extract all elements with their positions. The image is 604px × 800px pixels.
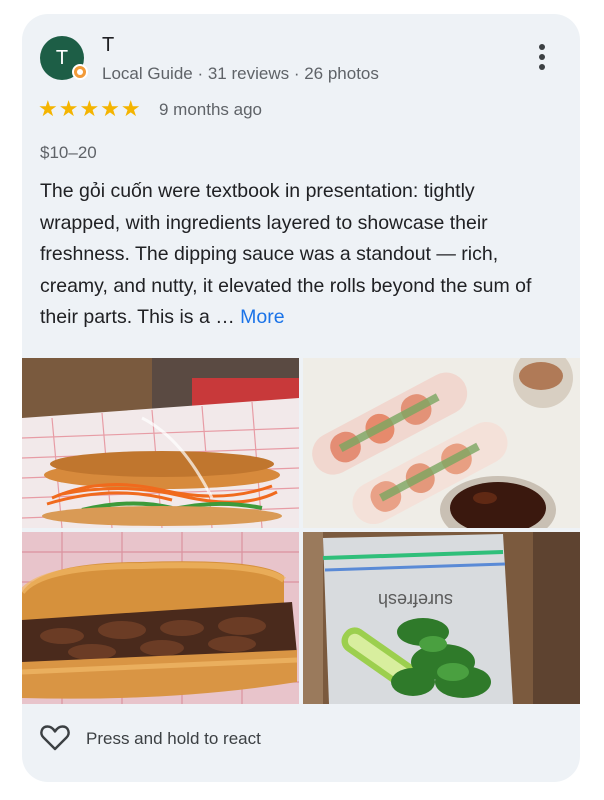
review-text: The gỏi cuốn were textbook in presentati… [40, 176, 560, 334]
photo-herb-bag[interactable]: surefresh [303, 532, 580, 704]
review-body: The gỏi cuốn were textbook in presentati… [40, 180, 532, 328]
reviewer-name[interactable]: T [102, 34, 114, 57]
photo-banh-mi-closeup-image [22, 532, 299, 704]
star-rating: ★★★★★ [38, 96, 142, 121]
photo-banh-mi-closeup[interactable] [22, 532, 299, 704]
photo-spring-rolls-image [303, 358, 580, 528]
photo-spring-rolls[interactable] [303, 358, 580, 528]
photo-herb-bag-image: surefresh [303, 532, 580, 704]
price-range: $10–20 [40, 143, 97, 162]
local-guide-badge-icon [72, 64, 88, 80]
heart-outline-svg [40, 725, 70, 751]
bag-label: surefresh [378, 590, 453, 610]
react-hint[interactable]: Press and hold to react [86, 729, 261, 749]
photo-grid: surefresh [22, 358, 580, 704]
review-card: T T Local Guide · 31 reviews · 26 photos… [22, 14, 580, 782]
more-link[interactable]: More [240, 306, 284, 328]
menu-dot [539, 64, 545, 70]
photo-banh-mi-top[interactable] [22, 358, 299, 528]
reviewer-meta: Local Guide · 31 reviews · 26 photos [102, 64, 379, 83]
menu-dot [539, 54, 545, 60]
photo-banh-mi-top-image [22, 358, 299, 528]
more-vert-icon[interactable] [528, 40, 556, 74]
review-time: 9 months ago [159, 100, 263, 119]
menu-dot [539, 44, 545, 50]
heart-outline-icon[interactable] [38, 720, 72, 754]
